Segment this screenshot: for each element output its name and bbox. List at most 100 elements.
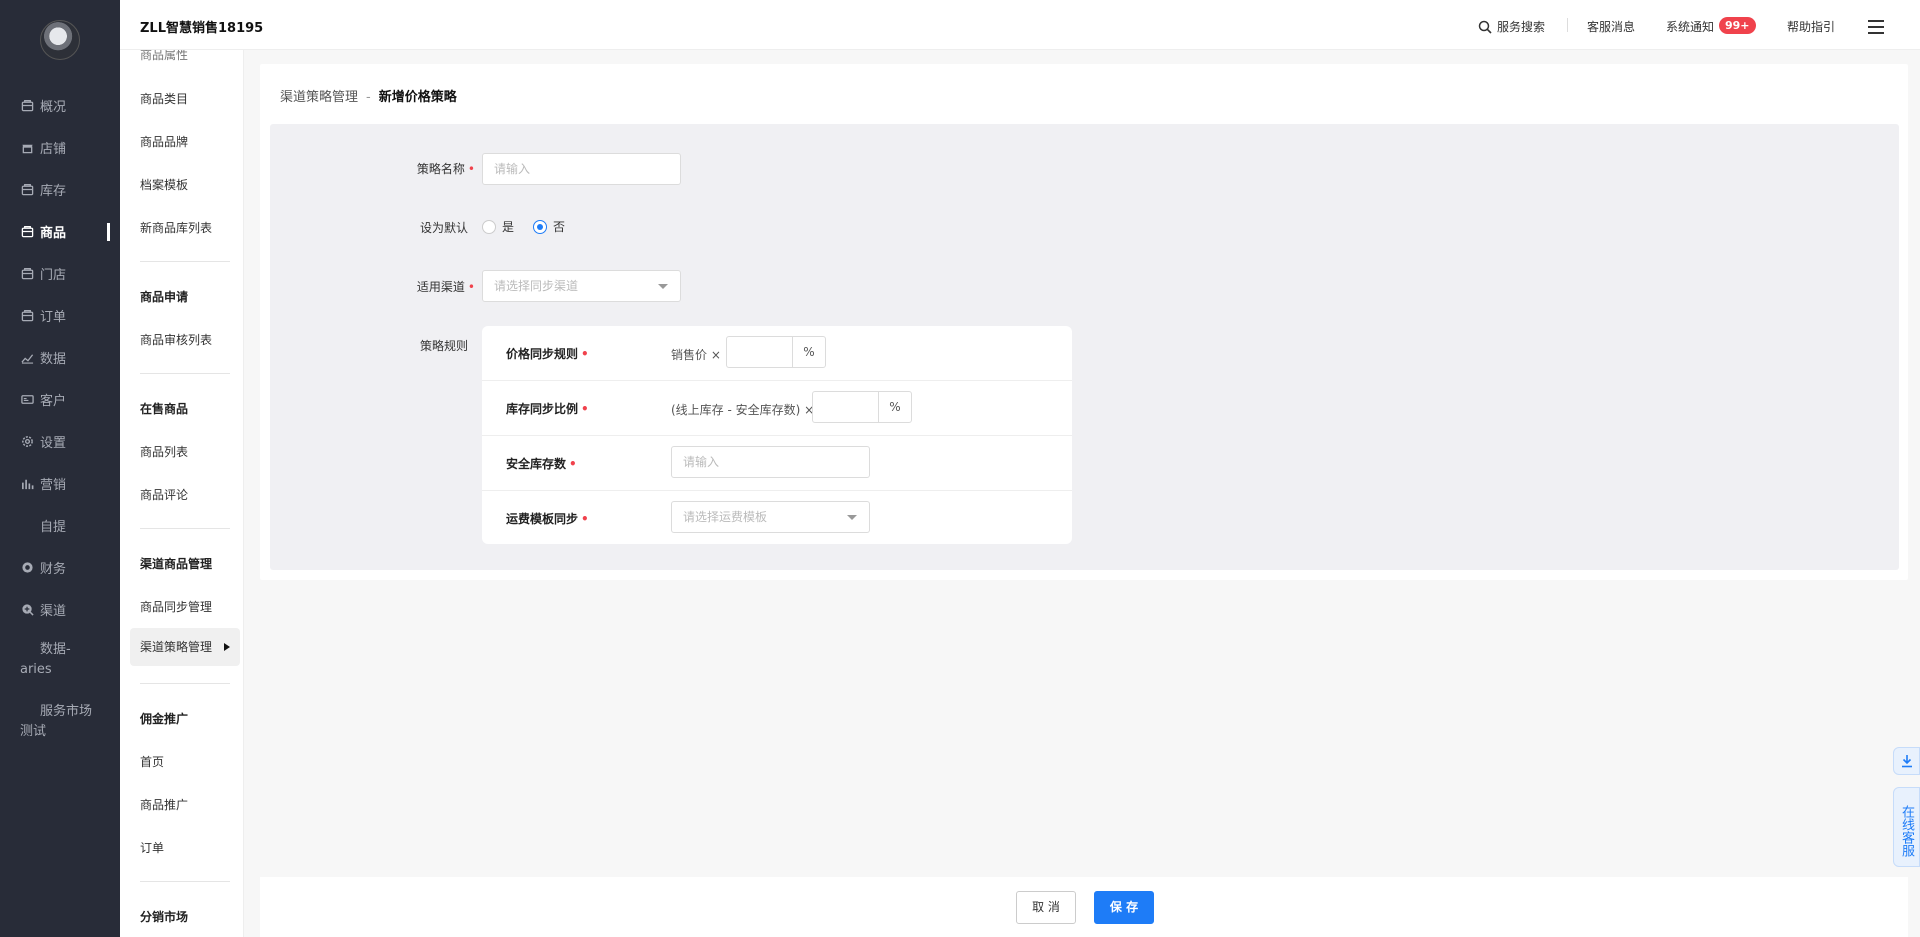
service-search-link[interactable]: 服务搜索 xyxy=(1478,18,1545,35)
download-icon xyxy=(1900,754,1914,768)
system-notify-link[interactable]: 系统通知 xyxy=(1666,18,1714,35)
download-button[interactable] xyxy=(1893,747,1920,775)
nav-item-label: 服务市场测试 xyxy=(20,704,93,739)
nav-item-store[interactable]: 门店 xyxy=(0,258,120,288)
nav-item-label: 渠道 xyxy=(40,603,67,619)
price-percent-input[interactable] xyxy=(727,337,793,367)
required-mark: • xyxy=(581,347,589,361)
nav-item-customers[interactable]: 客户 xyxy=(0,384,120,414)
nav-item-data-aries[interactable]: 数据-aries xyxy=(0,640,100,680)
save-button[interactable]: 保 存 xyxy=(1094,891,1154,924)
main-nav: 概况 店铺 库存 商品 门店 订单 数据 客户 设置 营销 自提 财务 渠道 数… xyxy=(0,0,120,937)
sub-item-brand[interactable]: 商品品牌 xyxy=(140,133,188,150)
nav-item-overview[interactable]: 概况 xyxy=(0,90,120,120)
sub-item-new-goods-lib[interactable]: 新商品库列表 xyxy=(140,219,212,236)
nav-item-label: 商品 xyxy=(40,225,67,241)
nav-item-label: 数据 xyxy=(40,351,67,367)
cs-message-link[interactable]: 客服消息 xyxy=(1587,18,1635,35)
box-icon xyxy=(20,224,34,238)
top-header: ZLL智慧销售18195 服务搜索 客服消息 系统通知 99+ 帮助指引 xyxy=(120,0,1920,50)
online-service-button[interactable]: 在线客服 xyxy=(1893,787,1920,867)
notify-count-badge: 99+ xyxy=(1719,17,1756,34)
radio-checked-icon xyxy=(533,219,547,234)
box-icon xyxy=(20,182,34,196)
sub-item-promo-orders[interactable]: 订单 xyxy=(140,839,164,856)
nav-item-marketing[interactable]: 营销 xyxy=(0,468,120,498)
sub-nav: 商品属性 商品类目 商品品牌 档案模板 新商品库列表 商品申请 商品审核列表 在… xyxy=(120,0,244,937)
divider xyxy=(140,373,230,374)
nav-item-label: 财务 xyxy=(40,561,67,577)
sub-item-category[interactable]: 商品类目 xyxy=(140,90,188,107)
breadcrumb-separator: - xyxy=(366,90,371,105)
sub-item-home[interactable]: 首页 xyxy=(140,753,164,770)
triangle-right-icon xyxy=(224,643,230,651)
card-icon xyxy=(20,392,34,406)
nav-item-service-market[interactable]: 服务市场测试 xyxy=(0,702,100,742)
nav-item-label: 数据-aries xyxy=(20,642,71,677)
default-no-radio[interactable]: 否 xyxy=(533,218,565,235)
channel-select[interactable]: 请选择同步渠道 xyxy=(482,270,681,302)
sub-item-review-list[interactable]: 商品审核列表 xyxy=(140,331,212,348)
percent-unit: % xyxy=(889,400,901,414)
channel-label: 适用渠道 • xyxy=(416,280,475,294)
nav-item-finance[interactable]: 财务 xyxy=(0,552,120,582)
divider xyxy=(140,261,230,262)
breadcrumb: 渠道策略管理 - 新增价格策略 xyxy=(280,86,457,105)
box-icon xyxy=(20,266,34,280)
sub-group-title: 分销市场 xyxy=(140,910,189,924)
avatar[interactable] xyxy=(40,20,80,60)
required-mark: • xyxy=(467,162,475,176)
nav-item-data[interactable]: 数据 xyxy=(0,342,120,372)
box-icon xyxy=(20,308,34,322)
nav-item-channel[interactable]: 渠道 xyxy=(0,594,120,624)
nav-item-label: 客户 xyxy=(40,393,67,409)
box-icon xyxy=(20,98,34,112)
service-search-label: 服务搜索 xyxy=(1497,20,1546,34)
strategy-name-input[interactable]: 请输入 xyxy=(482,153,681,185)
required-mark: • xyxy=(581,402,589,416)
help-guide-link[interactable]: 帮助指引 xyxy=(1787,18,1835,35)
cancel-button[interactable]: 取 消 xyxy=(1016,891,1076,924)
stock-percent-input[interactable] xyxy=(813,392,879,422)
sub-item-goods-sync[interactable]: 商品同步管理 xyxy=(140,598,212,615)
sub-item-goods-reviews[interactable]: 商品评论 xyxy=(140,486,188,503)
default-yes-radio[interactable]: 是 xyxy=(482,218,514,235)
sub-item-archive-template[interactable]: 档案模板 xyxy=(140,176,188,193)
freight-template-row: 运费模板同步 • 请选择运费模板 xyxy=(482,491,1072,544)
nav-item-inventory[interactable]: 库存 xyxy=(0,174,120,204)
bars-icon xyxy=(20,476,34,490)
form-footer: 取 消 保 存 xyxy=(260,877,1908,937)
nav-item-label: 门店 xyxy=(40,267,67,283)
freight-template-label: 运费模板同步 • xyxy=(506,512,589,526)
nav-item-orders[interactable]: 订单 xyxy=(0,300,120,330)
nav-item-label: 订单 xyxy=(40,309,67,325)
set-default-label: 设为默认 xyxy=(419,221,468,235)
safe-stock-label: 安全库存数 • xyxy=(506,457,577,471)
freight-template-select[interactable]: 请选择运费模板 xyxy=(671,501,870,533)
breadcrumb-parent[interactable]: 渠道策略管理 xyxy=(280,90,358,105)
divider xyxy=(140,528,230,529)
nav-item-goods[interactable]: 商品 xyxy=(0,216,120,246)
stock-sync-prefix: (线上库存 - 安全库存数) × xyxy=(671,403,815,417)
chart-icon xyxy=(20,350,34,364)
hamburger-menu-icon[interactable] xyxy=(1868,20,1884,34)
stock-sync-row: 库存同步比例 • (线上库存 - 安全库存数) × % xyxy=(482,381,1072,436)
chevron-down-icon xyxy=(658,284,668,289)
sub-group-title: 商品申请 xyxy=(140,290,189,304)
divider xyxy=(140,881,230,882)
coin-icon xyxy=(20,560,34,574)
radio-label: 否 xyxy=(553,220,566,234)
sub-item-goods-list[interactable]: 商品列表 xyxy=(140,443,188,460)
sub-item-goods-promo[interactable]: 商品推广 xyxy=(140,796,188,813)
required-mark: • xyxy=(581,512,589,526)
nav-item-label: 店铺 xyxy=(40,141,67,157)
required-mark: • xyxy=(569,457,577,471)
strategy-rules-label: 策略规则 xyxy=(419,339,468,353)
nav-item-shop[interactable]: 店铺 xyxy=(0,132,120,162)
nav-item-pickup[interactable]: 自提 xyxy=(0,510,120,540)
safe-stock-input[interactable]: 请输入 xyxy=(671,446,870,478)
sub-item-channel-strategy[interactable]: 渠道策略管理 xyxy=(130,628,240,666)
strategy-rules-box: 价格同步规则 • 销售价 × % 库存同步比例 • (线上库存 - 安全库存数) ×… xyxy=(482,326,1072,544)
nav-item-label: 概况 xyxy=(40,99,67,115)
nav-item-settings[interactable]: 设置 xyxy=(0,426,120,456)
